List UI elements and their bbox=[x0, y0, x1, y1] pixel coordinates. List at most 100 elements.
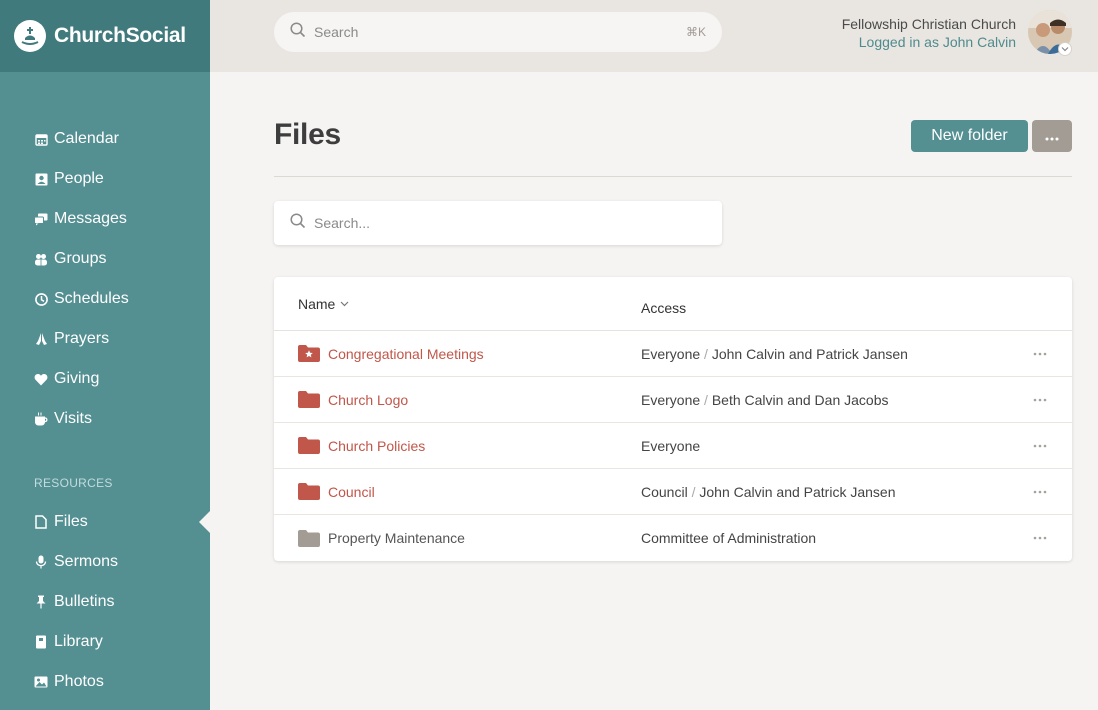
folder-name-link[interactable]: Church Logo bbox=[328, 392, 408, 408]
calendar-icon bbox=[34, 132, 48, 146]
row-options-ellipsis-icon[interactable] bbox=[1032, 487, 1048, 497]
praying-hands-icon bbox=[34, 332, 48, 346]
access-main: Everyone bbox=[641, 346, 701, 362]
sidebar-item-label: Photos bbox=[54, 673, 104, 690]
sidebar-item-bulletins[interactable]: Bulletins bbox=[0, 582, 210, 622]
sidebar-item-label: Prayers bbox=[54, 330, 110, 347]
row-options-ellipsis-icon[interactable] bbox=[1032, 395, 1048, 405]
resources-nav: Files Sermons Bulletins Library Photos bbox=[0, 502, 210, 702]
access-separator: / bbox=[704, 392, 708, 408]
global-search[interactable]: ⌘K bbox=[274, 12, 722, 52]
row-options-ellipsis-icon[interactable] bbox=[1032, 441, 1048, 451]
coffee-cup-icon bbox=[34, 412, 48, 426]
table-row[interactable]: Council Council / John Calvin and Patric… bbox=[274, 469, 1072, 515]
sidebar-item-label: Messages bbox=[54, 210, 127, 227]
access-main: Council bbox=[641, 484, 688, 500]
main-content: Files New folder Name Access bbox=[274, 72, 1072, 561]
search-icon bbox=[290, 212, 306, 234]
sidebar-item-visits[interactable]: Visits bbox=[0, 399, 210, 439]
access-people: Beth Calvin and Dan Jacobs bbox=[711, 392, 889, 408]
sidebar-item-label: Schedules bbox=[54, 290, 129, 307]
search-shortcut: ⌘K bbox=[685, 25, 706, 39]
folder-icon bbox=[298, 437, 320, 454]
folder-name-link[interactable]: Congregational Meetings bbox=[328, 346, 484, 362]
chevron-down-icon bbox=[340, 301, 349, 307]
table-row[interactable]: Property Maintenance Committee of Admini… bbox=[274, 515, 1072, 561]
access-main: Everyone bbox=[641, 392, 701, 408]
files-search[interactable] bbox=[274, 201, 722, 245]
active-indicator bbox=[199, 511, 210, 533]
sidebar: ChurchSocial Calendar People Messages Gr… bbox=[0, 0, 210, 710]
more-actions-button[interactable] bbox=[1032, 120, 1072, 152]
sidebar-item-label: Files bbox=[54, 513, 88, 530]
new-folder-button[interactable]: New folder bbox=[911, 120, 1028, 152]
sidebar-item-photos[interactable]: Photos bbox=[0, 662, 210, 702]
folder-name-link[interactable]: Church Policies bbox=[328, 438, 425, 454]
sidebar-item-label: Groups bbox=[54, 250, 107, 267]
org-name: Fellowship Christian Church bbox=[841, 16, 1016, 32]
sidebar-item-label: Library bbox=[54, 633, 103, 650]
sidebar-item-giving[interactable]: Giving bbox=[0, 359, 210, 399]
group-icon bbox=[34, 252, 48, 266]
access-cell: Committee of Administration bbox=[641, 530, 816, 546]
logged-in-user[interactable]: Logged in as John Calvin bbox=[842, 33, 1016, 52]
sidebar-item-schedules[interactable]: Schedules bbox=[0, 279, 210, 319]
clock-icon bbox=[34, 292, 48, 306]
access-separator: / bbox=[704, 346, 708, 362]
sidebar-item-calendar[interactable]: Calendar bbox=[0, 119, 210, 159]
sidebar-item-groups[interactable]: Groups bbox=[0, 239, 210, 279]
sidebar-item-prayers[interactable]: Prayers bbox=[0, 319, 210, 359]
folder-icon bbox=[298, 483, 320, 500]
access-cell: Everyone bbox=[641, 438, 700, 454]
microphone-icon bbox=[34, 555, 48, 569]
access-cell: Council / John Calvin and Patrick Jansen bbox=[641, 484, 895, 500]
page-title: Files bbox=[274, 118, 341, 151]
table-row[interactable]: Church Policies Everyone bbox=[274, 423, 1072, 469]
access-main: Committee of Administration bbox=[641, 530, 817, 546]
access-main: Everyone bbox=[641, 438, 701, 454]
sidebar-item-files[interactable]: Files bbox=[0, 502, 210, 542]
sidebar-item-label: Bulletins bbox=[54, 593, 115, 610]
brand[interactable]: ChurchSocial bbox=[0, 0, 210, 72]
access-people: John Calvin and Patrick Jansen bbox=[699, 484, 896, 500]
account-info: Fellowship Christian Church Logged in as… bbox=[842, 15, 1016, 52]
access-cell: Everyone / Beth Calvin and Dan Jacobs bbox=[641, 392, 889, 408]
main-nav: Calendar People Messages Groups Schedule… bbox=[0, 119, 210, 439]
sidebar-item-library[interactable]: Library bbox=[0, 622, 210, 662]
starred-folder-icon bbox=[298, 345, 320, 362]
sidebar-item-label: People bbox=[54, 170, 104, 187]
sidebar-item-messages[interactable]: Messages bbox=[0, 199, 210, 239]
column-header-access: Access bbox=[641, 300, 687, 316]
sort-by-name[interactable]: Name bbox=[298, 296, 349, 312]
table-row[interactable]: Congregational Meetings Everyone / John … bbox=[274, 331, 1072, 377]
access-cell: Everyone / John Calvin and Patrick Janse… bbox=[641, 346, 908, 362]
file-icon bbox=[34, 515, 48, 529]
sidebar-item-sermons[interactable]: Sermons bbox=[0, 542, 210, 582]
search-icon bbox=[290, 21, 306, 43]
sidebar-item-label: Giving bbox=[54, 370, 100, 387]
row-options-ellipsis-icon[interactable] bbox=[1032, 349, 1048, 359]
global-search-input[interactable] bbox=[314, 24, 674, 40]
brand-name: ChurchSocial bbox=[54, 24, 186, 47]
photo-icon bbox=[34, 675, 48, 689]
folder-name-link[interactable]: Council bbox=[328, 484, 375, 500]
row-options-ellipsis-icon[interactable] bbox=[1032, 533, 1048, 543]
heart-icon bbox=[34, 372, 48, 386]
access-separator: / bbox=[691, 484, 696, 500]
folder-icon bbox=[298, 391, 320, 408]
account-menu-chevron-icon[interactable] bbox=[1058, 42, 1072, 56]
chat-bubbles-icon bbox=[34, 212, 48, 226]
sidebar-item-people[interactable]: People bbox=[0, 159, 210, 199]
sidebar-item-label: Visits bbox=[54, 410, 92, 427]
access-people: John Calvin and Patrick Jansen bbox=[711, 346, 908, 362]
sidebar-section-resources: RESOURCES bbox=[34, 476, 113, 490]
ellipsis-icon bbox=[1045, 129, 1059, 144]
files-search-input[interactable] bbox=[314, 215, 694, 231]
table-row[interactable]: Church Logo Everyone / Beth Calvin and D… bbox=[274, 377, 1072, 423]
folder-name-link[interactable]: Property Maintenance bbox=[328, 530, 465, 546]
column-header-name: Name bbox=[298, 295, 336, 312]
page-header: Files New folder bbox=[274, 72, 1072, 177]
sidebar-item-label: Sermons bbox=[54, 553, 119, 570]
church-logo-icon bbox=[14, 20, 46, 52]
pushpin-icon bbox=[34, 595, 48, 609]
